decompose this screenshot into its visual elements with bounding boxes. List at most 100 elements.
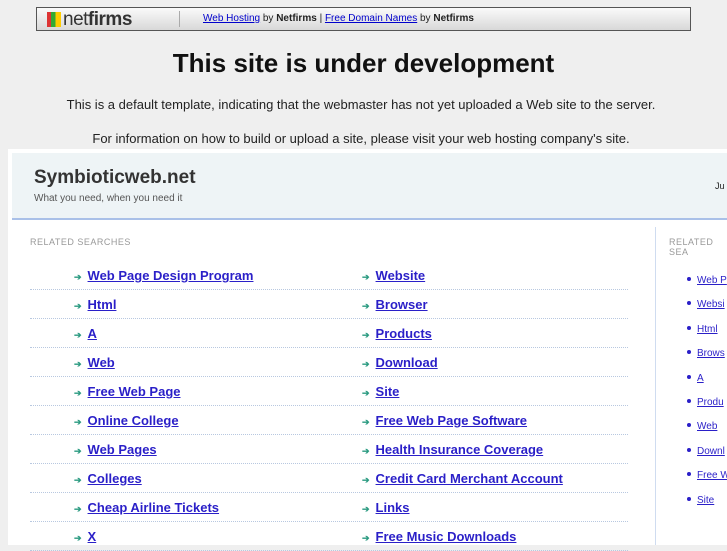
bullet-icon — [687, 399, 691, 403]
list-item: ➔ Web Pages — [74, 442, 157, 457]
search-link[interactable]: Site — [376, 384, 400, 399]
search-link[interactable]: Products — [376, 326, 432, 341]
list-item: Produ — [687, 397, 724, 408]
search-link[interactable]: Links — [376, 500, 410, 515]
list-item: ➔ Web — [74, 355, 115, 370]
bullet-icon — [687, 277, 691, 281]
page-title: This site is under development — [172, 48, 555, 78]
list-item: ➔ Colleges — [74, 471, 142, 486]
list-item: ➔ Links — [362, 500, 410, 515]
table-row: ➔ A ➔ Products — [30, 319, 628, 348]
arrow-icon: ➔ — [362, 301, 370, 311]
arrow-icon: ➔ — [362, 475, 370, 485]
search-link[interactable]: Html — [88, 297, 117, 312]
search-link[interactable]: A — [88, 326, 97, 341]
search-link[interactable]: Health Insurance Coverage — [376, 442, 544, 457]
parked-page-frame: Symbioticweb.net What you need, when you… — [8, 149, 727, 551]
search-link[interactable]: Site — [697, 495, 714, 506]
separator: | — [319, 13, 323, 24]
list-item: ➔ Free Web Page Software — [362, 413, 527, 428]
search-link[interactable]: Web Page Design Program — [88, 268, 254, 283]
table-row: ➔ Colleges ➔ Credit Card Merchant Account — [30, 464, 628, 493]
related-searches-label: RELATED SEARCHES — [30, 237, 131, 247]
brand-text: Netfirms — [276, 13, 317, 24]
arrow-icon: ➔ — [74, 446, 82, 456]
netfirms-logo[interactable]: netfirms — [47, 9, 132, 31]
search-link[interactable]: Online College — [88, 413, 179, 428]
search-link[interactable]: Web — [697, 421, 717, 432]
search-link[interactable]: X — [88, 529, 97, 544]
list-item: ➔ Website — [362, 268, 425, 283]
free-domain-link[interactable]: Free Domain Names — [325, 13, 417, 24]
list-item: Brows — [687, 348, 725, 359]
search-link[interactable]: Free Music Downloads — [376, 529, 517, 544]
table-row: ➔ Web ➔ Download — [30, 348, 628, 377]
arrow-icon: ➔ — [74, 359, 82, 369]
site-header: Symbioticweb.net What you need, when you… — [12, 153, 727, 220]
bullet-icon — [687, 350, 691, 355]
bullet-icon — [687, 447, 691, 452]
banner-links: Web Hosting by Netfirms | Free Domain Na… — [203, 13, 474, 24]
search-link[interactable]: Produ — [697, 397, 724, 408]
netfirms-logo-icon — [47, 12, 61, 27]
list-item: ➔ Credit Card Merchant Account — [362, 471, 563, 486]
arrow-icon: ➔ — [362, 272, 370, 282]
list-item: ➔ Web Page Design Program — [74, 268, 253, 283]
list-item: Web — [687, 421, 717, 432]
table-row: ➔ Free Web Page ➔ Site — [30, 377, 628, 406]
web-hosting-link[interactable]: Web Hosting — [203, 13, 260, 24]
search-link[interactable]: Free Web Page — [88, 384, 181, 399]
search-link[interactable]: Website — [376, 268, 426, 283]
arrow-icon: ➔ — [362, 417, 370, 427]
search-link[interactable]: Web — [88, 355, 115, 370]
search-link[interactable]: Colleges — [88, 471, 142, 486]
search-link[interactable]: Web P — [697, 275, 727, 286]
bullet-icon — [687, 423, 691, 428]
search-link[interactable]: Web Pages — [88, 442, 157, 457]
by-text: by — [420, 13, 431, 24]
bullet-icon — [687, 472, 691, 477]
search-link[interactable]: Free W — [697, 470, 727, 481]
search-link[interactable]: A — [697, 373, 704, 384]
table-row: ➔ Web Pages ➔ Health Insurance Coverage — [30, 435, 628, 464]
netfirms-banner: netfirms Web Hosting by Netfirms | Free … — [36, 7, 691, 31]
search-link[interactable]: Browser — [376, 297, 428, 312]
arrow-icon: ➔ — [362, 446, 370, 456]
banner-divider — [179, 11, 180, 27]
bullet-icon — [687, 301, 691, 306]
brand-text: Netfirms — [433, 13, 474, 24]
arrow-icon: ➔ — [74, 301, 82, 311]
arrow-icon: ➔ — [74, 533, 82, 543]
list-item: ➔ Site — [362, 384, 399, 399]
by-text: by — [262, 13, 274, 24]
bullet-icon — [687, 325, 691, 330]
info-text: This is a default template, indicating t… — [66, 97, 656, 112]
arrow-icon: ➔ — [362, 359, 370, 369]
arrow-icon: ➔ — [74, 330, 82, 340]
arrow-icon: ➔ — [362, 330, 370, 340]
info-text: For information on how to build or uploa… — [92, 131, 630, 146]
header-right-text: Ju — [715, 181, 725, 191]
search-link[interactable]: Websi — [697, 299, 725, 310]
search-link[interactable]: Downl — [697, 446, 725, 457]
list-item: ➔ Online College — [74, 413, 179, 428]
bullet-icon — [687, 496, 691, 501]
arrow-icon: ➔ — [74, 417, 82, 427]
search-link[interactable]: Brows — [697, 348, 725, 359]
table-row: ➔ Html ➔ Browser — [30, 290, 628, 319]
sidebar-related-label: RELATED SEA — [669, 237, 714, 257]
list-item: Downl — [687, 446, 725, 457]
search-link[interactable]: Credit Card Merchant Account — [376, 471, 563, 486]
search-link[interactable]: Html — [697, 324, 718, 335]
list-item: ➔ Free Web Page — [74, 384, 181, 399]
list-item: ➔ Cheap Airline Tickets — [74, 500, 219, 515]
search-link[interactable]: Cheap Airline Tickets — [88, 500, 220, 515]
related-searches: RELATED SEARCHES ➔ Web Page Design Progra… — [30, 237, 628, 551]
site-tagline: What you need, when you need it — [34, 193, 183, 204]
list-item: Websi — [687, 299, 725, 310]
search-link[interactable]: Free Web Page Software — [376, 413, 527, 428]
arrow-icon: ➔ — [362, 533, 370, 543]
logo-text-bold: firms — [87, 9, 132, 30]
search-link[interactable]: Download — [376, 355, 438, 370]
column-divider — [655, 227, 656, 545]
